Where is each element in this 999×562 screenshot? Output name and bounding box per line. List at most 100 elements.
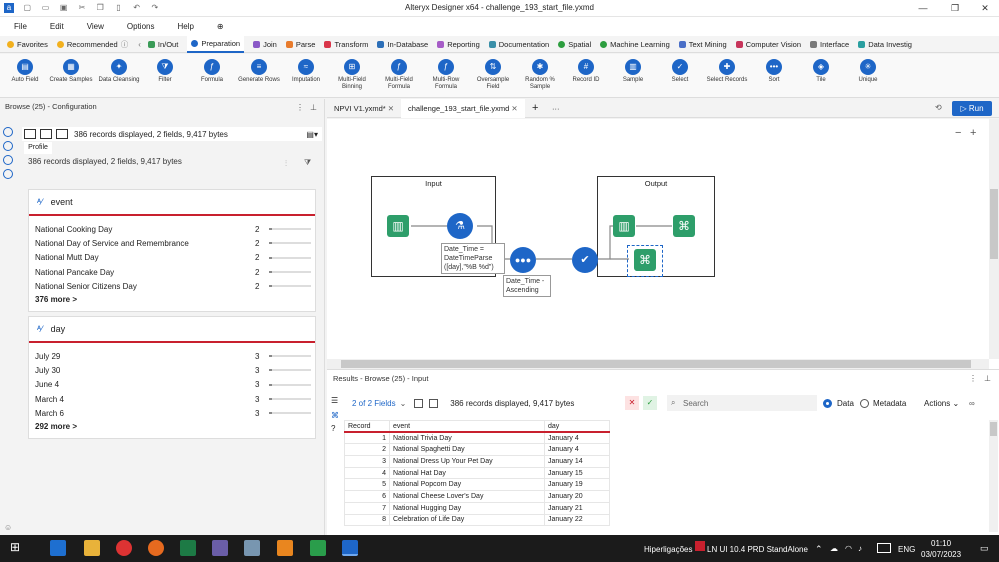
tab-profile[interactable]: Profile [24, 142, 52, 154]
tool-unique[interactable]: ✳ Unique [845, 56, 891, 84]
history-icon[interactable]: ⟲ [935, 103, 942, 112]
tool-create-samples[interactable]: ▦ Create Samples [48, 56, 94, 84]
horizontal-scrollbar[interactable] [327, 359, 989, 369]
tab-parse[interactable]: Parse [285, 36, 315, 53]
smile-icon[interactable]: ☺ [4, 523, 12, 532]
firefox-icon[interactable] [148, 540, 164, 556]
windows-start-icon[interactable]: ⊞ [10, 540, 20, 554]
list-icon[interactable]: ☰ [331, 396, 343, 405]
restore-icon[interactable]: ❐ [940, 0, 970, 17]
fields-selector[interactable]: 2 of 2 Fields [352, 399, 396, 408]
tool-record-id[interactable]: # Record ID [563, 56, 609, 84]
tab-favorites[interactable]: Favorites [7, 36, 48, 53]
wifi-icon[interactable]: ◠ [845, 544, 852, 553]
more-link[interactable]: 292 more > [29, 422, 315, 438]
tab-in-database[interactable]: In-Database [377, 36, 428, 53]
tool-multi-row-formula[interactable]: ƒ Multi-Row Formula [423, 56, 469, 91]
cancel-icon[interactable]: ✕ [625, 396, 639, 410]
tool-generate-rows[interactable]: ≡ Generate Rows [236, 56, 282, 84]
menu-help[interactable]: Help [177, 22, 193, 31]
notification-icon[interactable]: ▭ [980, 543, 989, 554]
minimize-icon[interactable]: — [908, 0, 938, 17]
more-options-icon[interactable]: ⋮ [969, 374, 977, 383]
settings-icon[interactable] [3, 127, 13, 137]
menu-view[interactable]: View [87, 22, 104, 31]
tool-multi-field-formula[interactable]: ƒ Multi-Field Formula [376, 56, 422, 91]
table-row[interactable]: 3 National Dress Up Your Pet Day January 1… [344, 455, 610, 468]
formula-node[interactable]: ⚗ [447, 213, 473, 239]
input-data-node-2[interactable]: ▥ [613, 215, 635, 237]
tab-computer-vision[interactable]: Computer Vision [735, 36, 801, 53]
tool-oversample-field[interactable]: ⇅ Oversample Field [470, 56, 516, 91]
tab-data-investigation[interactable]: Data Investig [858, 36, 912, 53]
apply-icon[interactable]: ✓ [643, 396, 657, 410]
table-row[interactable]: 2 National Spaghetti Day January 4 [344, 443, 610, 457]
tool-random-sample[interactable]: ✱ Random % Sample [517, 56, 563, 91]
menu-edit[interactable]: Edit [50, 22, 64, 31]
file-explorer-icon[interactable] [84, 540, 100, 556]
tab-preparation[interactable]: Preparation [187, 35, 245, 53]
view-stack-icon[interactable] [56, 129, 68, 139]
metadata-radio[interactable] [860, 398, 869, 408]
tag-icon[interactable] [3, 155, 13, 165]
close-icon[interactable]: ✕ [970, 0, 999, 17]
sort-node[interactable]: ●●● [510, 247, 536, 273]
run-button[interactable]: ▷ Run [952, 101, 992, 116]
tool-auto-field[interactable]: ▤ Auto Field [2, 56, 48, 84]
app-icon-green[interactable] [310, 540, 326, 556]
tool-formula[interactable]: ƒ Formula [189, 56, 235, 84]
tool-data-cleansing[interactable]: ✦ Data Cleansing [96, 56, 142, 84]
filter-icon[interactable]: ⧩ [304, 158, 311, 168]
table-row[interactable]: 6 National Cheese Lover's Day January 20 [344, 490, 610, 503]
prev-field-icon[interactable] [414, 398, 424, 408]
next-field-icon[interactable] [429, 398, 439, 408]
globe-icon[interactable]: ⊕ [217, 22, 224, 31]
vertical-scrollbar[interactable] [989, 119, 999, 359]
pin-icon[interactable]: ⊥ [984, 374, 991, 383]
overflow-icon[interactable]: ∞ [969, 399, 975, 408]
help-icon[interactable] [3, 169, 13, 179]
app-icon[interactable] [212, 540, 228, 556]
tab-reporting[interactable]: Reporting [437, 36, 480, 53]
add-tab-icon[interactable]: + [525, 99, 545, 118]
tab-in-out[interactable]: In/Out [147, 36, 178, 53]
chrome-icon[interactable] [116, 540, 132, 556]
more-link[interactable]: 376 more > [29, 295, 315, 311]
tool-tile[interactable]: ◈ Tile [798, 56, 844, 84]
table-row[interactable]: 1 National Trivia Day January 4 [344, 431, 610, 445]
search-field[interactable]: ⌕ Search [667, 395, 817, 411]
tool-sort[interactable]: ••• Sort [751, 56, 797, 84]
more-options-icon[interactable]: ⋮ [296, 103, 304, 112]
table-row[interactable]: 8 Celebration of Life Day January 22 [344, 513, 610, 527]
tray-chevron-icon[interactable]: ⌃ [815, 544, 823, 555]
chevron-left-icon[interactable]: ‹ [138, 40, 141, 49]
tool-sample[interactable]: ▥ Sample [610, 56, 656, 84]
tab-text-mining[interactable]: Text Mining [678, 36, 727, 53]
data-radio[interactable] [823, 398, 832, 408]
excel-icon[interactable] [180, 540, 196, 556]
tab-spatial[interactable]: Spatial [558, 36, 591, 53]
cloud-icon[interactable]: ☁ [830, 544, 838, 553]
tab-npvi[interactable]: NPVI V1.yxmd* ✕ [327, 99, 401, 118]
browse-node-2[interactable]: ⌘ [634, 249, 656, 271]
help-icon[interactable]: ? [331, 424, 343, 433]
tab-transform[interactable]: Transform [324, 36, 368, 53]
results-scrollbar[interactable] [989, 420, 998, 532]
tab-challenge[interactable]: challenge_193_start_file.yxmd ✕ [401, 99, 525, 118]
calculator-icon[interactable] [244, 540, 260, 556]
tool-multi-field-binning[interactable]: ⊞ Multi-Field Binning [329, 56, 375, 91]
menu-options[interactable]: Options [127, 22, 155, 31]
table-row[interactable]: 5 National Popcorn Day January 19 [344, 478, 610, 492]
outlook-icon[interactable] [50, 540, 66, 556]
menu-file[interactable]: File [14, 22, 27, 31]
tab-machine-learning[interactable]: Machine Learning [600, 36, 670, 53]
tab-documentation[interactable]: Documentation [488, 36, 549, 53]
keyboard-icon[interactable] [877, 543, 891, 553]
view-split-icon[interactable] [40, 129, 52, 139]
tool-filter[interactable]: ⧩ Filter [142, 56, 188, 84]
view-single-icon[interactable] [24, 129, 36, 139]
tab-overflow-icon[interactable]: ··· [545, 99, 567, 118]
chart-icon[interactable]: ⫶ [285, 159, 287, 169]
browse-node-1[interactable]: ⌘ [673, 215, 695, 237]
tool-select-records[interactable]: ✚ Select Records [704, 56, 750, 84]
